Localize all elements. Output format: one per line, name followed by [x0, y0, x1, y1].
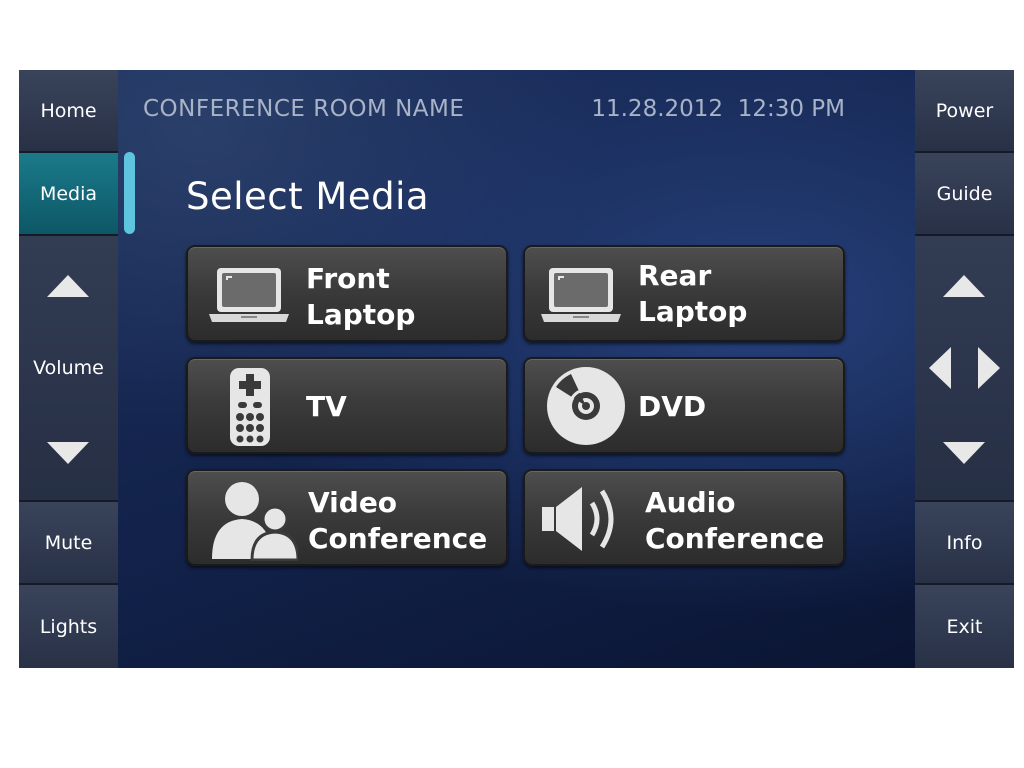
scroll-indicator[interactable]	[124, 152, 135, 234]
power-button[interactable]: Power	[915, 70, 1014, 153]
power-label: Power	[935, 99, 994, 122]
video-conference-line1: Video	[308, 486, 398, 519]
video-conference-label: Video Conference	[308, 485, 487, 557]
date-text: 11.28.2012	[591, 96, 724, 122]
audio-conference-label: Audio Conference	[645, 485, 824, 557]
arrow-right-icon[interactable]	[978, 347, 1000, 389]
mute-label: Mute	[44, 531, 93, 554]
volume-down-icon[interactable]	[47, 442, 89, 464]
lights-label: Lights	[39, 615, 98, 638]
dvd-button[interactable]: DVD	[523, 357, 845, 454]
laptop-icon	[209, 268, 289, 322]
page-title: Select Media	[186, 175, 430, 218]
media-label: Media	[39, 182, 98, 205]
tv-button[interactable]: TV	[186, 357, 508, 454]
video-conference-button[interactable]: Video Conference	[186, 469, 508, 566]
time-text: 12:30 PM	[737, 96, 845, 122]
people-icon	[212, 482, 298, 561]
home-button[interactable]: Home	[19, 70, 118, 153]
volume-label: Volume	[33, 357, 104, 379]
exit-button[interactable]: Exit	[915, 585, 1014, 668]
tv-label: TV	[306, 390, 347, 423]
info-label: Info	[946, 531, 983, 554]
audio-conference-line1: Audio	[645, 486, 736, 519]
room-name: CONFERENCE ROOM NAME	[143, 96, 465, 122]
disc-icon	[547, 367, 625, 445]
arrow-up-icon[interactable]	[943, 275, 985, 297]
dpad-control	[915, 236, 1014, 502]
info-button[interactable]: Info	[915, 502, 1014, 585]
mute-button[interactable]: Mute	[19, 502, 118, 585]
video-conference-line2: Conference	[308, 522, 488, 555]
control-panel: Home Media Volume Mute Lights CONFERENCE…	[19, 70, 1014, 668]
audio-conference-line2: Conference	[645, 522, 825, 555]
arrow-down-icon[interactable]	[943, 442, 985, 464]
lights-button[interactable]: Lights	[19, 585, 118, 668]
guide-button[interactable]: Guide	[915, 153, 1014, 236]
front-laptop-line2: Laptop	[306, 298, 416, 331]
dvd-label: DVD	[638, 390, 707, 423]
main-area: CONFERENCE ROOM NAME 11.28.2012 12:30 PM…	[118, 70, 915, 668]
audio-conference-button[interactable]: Audio Conference	[523, 469, 845, 566]
front-laptop-line1: Front	[306, 262, 390, 295]
right-sidebar: Power Guide Info Exit	[915, 70, 1014, 668]
date-time: 11.28.2012 12:30 PM	[591, 96, 845, 122]
front-laptop-button[interactable]: Front Laptop	[186, 245, 508, 342]
media-button[interactable]: Media	[19, 153, 118, 236]
rear-laptop-label: Rear Laptop	[638, 258, 747, 330]
volume-control: Volume	[19, 236, 118, 502]
left-sidebar: Home Media Volume Mute Lights	[19, 70, 118, 668]
front-laptop-label: Front Laptop	[306, 261, 415, 333]
home-label: Home	[40, 99, 97, 122]
arrow-left-icon[interactable]	[929, 347, 951, 389]
volume-up-icon[interactable]	[47, 275, 89, 297]
remote-icon	[230, 368, 270, 446]
guide-label: Guide	[936, 182, 993, 205]
rear-laptop-line2: Laptop	[638, 295, 748, 328]
exit-label: Exit	[946, 615, 983, 638]
rear-laptop-button[interactable]: Rear Laptop	[523, 245, 845, 342]
speaker-icon	[542, 487, 614, 551]
laptop-icon	[541, 268, 621, 322]
rear-laptop-line1: Rear	[638, 259, 712, 292]
